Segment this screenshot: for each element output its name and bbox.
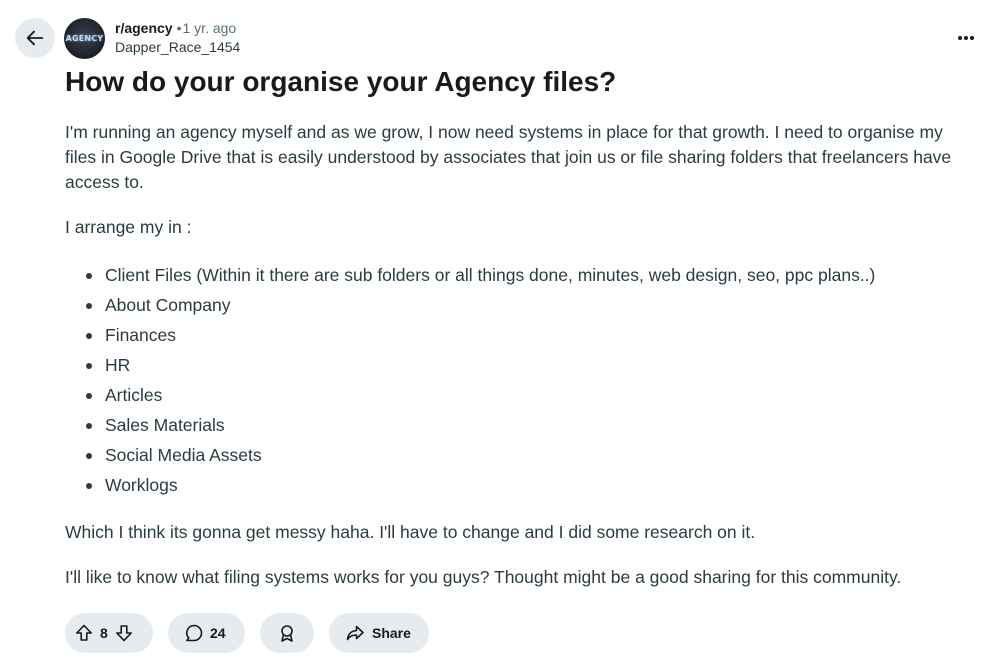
- list-item: Client Files (Within it there are sub fo…: [65, 260, 977, 290]
- post-actions: 8 24 Share: [65, 613, 429, 653]
- list-item: Articles: [65, 380, 977, 410]
- speech-bubble-icon: [186, 624, 203, 642]
- share-arrow-icon: [346, 625, 364, 641]
- more-options-button[interactable]: [952, 24, 980, 52]
- list-item: HR: [65, 350, 977, 380]
- vote-group: 8: [65, 613, 153, 653]
- meta-separator: •: [176, 20, 182, 36]
- post-time: 1 yr. ago: [182, 20, 237, 36]
- comments-button[interactable]: 24: [168, 613, 245, 653]
- vote-count: 8: [100, 625, 108, 641]
- award-button[interactable]: [260, 613, 314, 653]
- post-intro: I'm running an agency myself and as we g…: [65, 122, 952, 192]
- downvote-button[interactable]: [114, 623, 134, 643]
- post-paragraph-3: I'll like to know what filing systems wo…: [65, 567, 902, 587]
- list-item: Sales Materials: [65, 410, 977, 440]
- subreddit-link[interactable]: r/agency: [115, 20, 173, 36]
- post-page: AGENCY r/agency •1 yr. ago Dapper_Race_14…: [0, 0, 994, 661]
- author-link[interactable]: Dapper_Race_1454: [115, 38, 240, 57]
- list-item: Social Media Assets: [65, 440, 977, 470]
- award-ribbon-icon: [281, 625, 293, 642]
- comment-count: 24: [210, 625, 226, 641]
- arrow-down-icon: [115, 625, 132, 642]
- list-item: About Company: [65, 290, 977, 320]
- arrow-up-icon: [76, 624, 92, 641]
- share-label: Share: [372, 625, 411, 641]
- subreddit-avatar[interactable]: AGENCY: [64, 18, 105, 59]
- post-body: I'm running an agency myself and as we g…: [65, 120, 977, 610]
- post-meta: r/agency •1 yr. ago Dapper_Race_1454: [115, 19, 240, 57]
- post-lead: I arrange my in :: [65, 217, 192, 237]
- post-title: How do your organise your Agency files?: [65, 66, 617, 97]
- back-button[interactable]: [15, 18, 55, 58]
- upvote-button[interactable]: [74, 623, 94, 643]
- post-paragraph-2: Which I think its gonna get messy haha. …: [65, 522, 756, 542]
- arrow-left-icon: [26, 30, 44, 46]
- avatar-logo-text: AGENCY: [65, 34, 104, 43]
- list-item: Worklogs: [65, 470, 977, 500]
- list-item: Finances: [65, 320, 977, 350]
- folder-list: Client Files (Within it there are sub fo…: [65, 260, 977, 500]
- ellipsis-horizontal-icon: [958, 36, 974, 40]
- share-button[interactable]: Share: [329, 613, 429, 653]
